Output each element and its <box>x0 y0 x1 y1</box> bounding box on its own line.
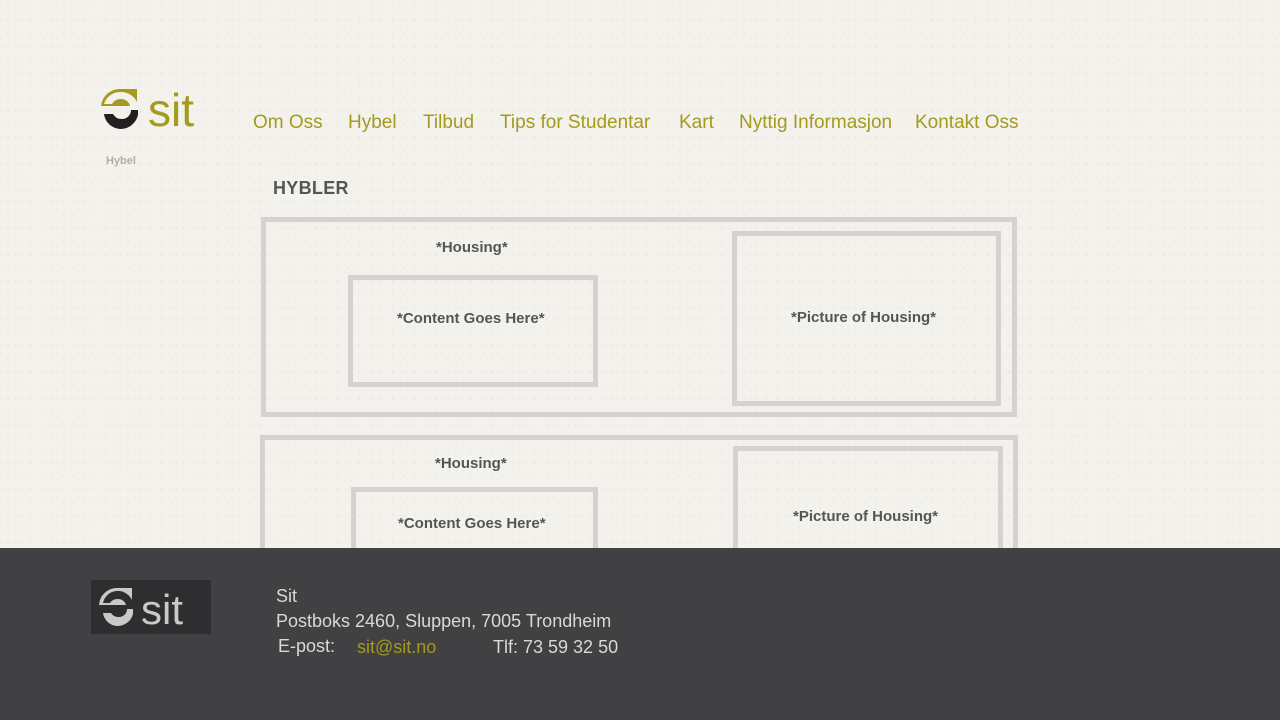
content-placeholder: *Content Goes Here* <box>398 515 546 532</box>
content-box <box>348 275 598 387</box>
breadcrumb[interactable]: Hybel <box>106 155 136 167</box>
housing-heading: *Housing* <box>436 239 508 256</box>
nav-item-kontakt-oss[interactable]: Kontakt Oss <box>915 112 1019 134</box>
nav-item-tips-for-studentar[interactable]: Tips for Studentar <box>500 112 650 134</box>
footer-email-label: E-post: <box>278 636 336 656</box>
footer-org: Sit <box>276 586 298 606</box>
nav-item-kart[interactable]: Kart <box>679 112 714 134</box>
footer-phone: Tlf: 73 59 32 50 <box>493 637 619 657</box>
nav-item-om-oss[interactable]: Om Oss <box>253 112 323 134</box>
content-placeholder: *Content Goes Here* <box>397 310 545 327</box>
picture-placeholder: *Picture of Housing* <box>791 309 937 326</box>
footer-logo: sit <box>91 580 211 634</box>
footer: sit Sit Postboks 2460, Sluppen, 7005 Tro… <box>0 548 1280 720</box>
footer-address: Postboks 2460, Sluppen, 7005 Trondheim <box>276 611 612 631</box>
nav-item-hybel[interactable]: Hybel <box>348 112 397 134</box>
page-title: HYBLER <box>273 178 349 198</box>
logo-text: sit <box>148 87 194 133</box>
footer-email-link[interactable]: sit@sit.no <box>357 637 436 658</box>
picture-placeholder: *Picture of Housing* <box>793 508 939 525</box>
nav-item-nyttig-informasjon[interactable]: Nyttig Informasjon <box>739 112 892 134</box>
nav-item-tilbud[interactable]: Tilbud <box>423 112 474 134</box>
sit-logo[interactable]: sit <box>100 87 210 133</box>
footer-logo-text: sit <box>141 586 183 633</box>
housing-heading: *Housing* <box>435 455 507 472</box>
